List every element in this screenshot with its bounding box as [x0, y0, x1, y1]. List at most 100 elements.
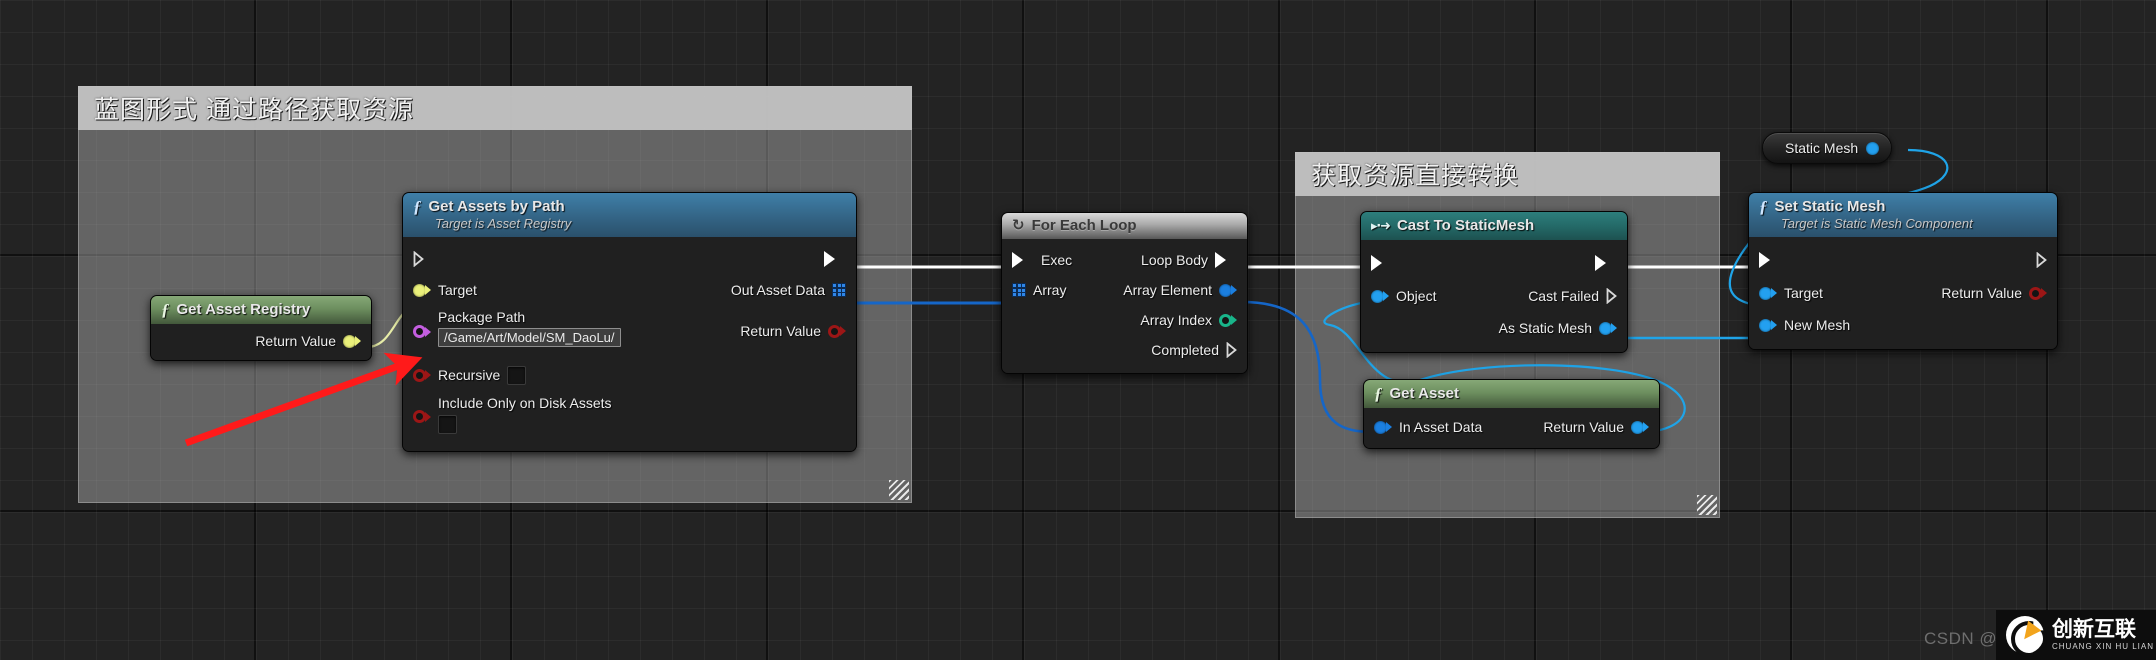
pin-row-exec: Exec Loop Body — [1002, 245, 1247, 275]
comment-resize-handle[interactable] — [889, 480, 909, 500]
node-title: Get Assets by Path — [428, 198, 565, 215]
node-get-asset[interactable]: ƒ Get Asset In Asset Data Return Value — [1363, 379, 1660, 449]
pin-label: Include Only on Disk Assets — [438, 395, 612, 411]
return-value-output-pin[interactable] — [2029, 286, 2047, 300]
csdn-watermark-text: CSDN @t — [1924, 629, 2003, 648]
pin-label: Out Asset Data — [730, 282, 825, 298]
pin-row-array-index: Array Index — [1002, 305, 1247, 335]
pin-label: Return Value — [740, 323, 821, 339]
target-input-pin[interactable] — [413, 283, 431, 297]
return-value-output-pin[interactable] — [1631, 420, 1649, 434]
node-set-static-mesh[interactable]: ƒ Set Static Mesh Target is Static Mesh … — [1748, 192, 2058, 350]
exec-input-pin[interactable] — [1759, 252, 1781, 268]
node-header[interactable]: ƒ Get Asset Registry — [151, 296, 371, 324]
pin-label: Return Value — [255, 333, 336, 349]
node-title: For Each Loop — [1031, 217, 1137, 234]
pin-row-recursive: Recursive — [403, 359, 856, 391]
new-mesh-input-pin[interactable] — [1759, 318, 1777, 332]
node-header[interactable]: ↻ For Each Loop — [1002, 213, 1247, 239]
pin-row-return-value: Return Value — [151, 328, 371, 354]
completed-output-pin[interactable] — [1226, 342, 1237, 358]
include-only-on-disk-assets-input-pin[interactable] — [413, 410, 431, 423]
return-value-output-pin[interactable] — [343, 334, 361, 348]
node-body: Target Out Asset Data Package Path /Game… — [403, 237, 856, 451]
pin-row-exec — [403, 243, 856, 275]
variable-label: Static Mesh — [1785, 140, 1859, 156]
package-path-text-input[interactable]: /Game/Art/Model/SM_DaoLu/ — [438, 328, 621, 347]
pin-row-as-static-mesh: As Static Mesh — [1361, 312, 1627, 344]
node-get-asset-registry[interactable]: ƒ Get Asset Registry Return Value — [150, 295, 372, 361]
exec-input-pin[interactable] — [1012, 252, 1034, 268]
pin-label: Exec — [1041, 252, 1073, 268]
loop-icon: ↻ — [1012, 217, 1025, 234]
function-f-icon: ƒ — [1759, 197, 1768, 216]
exec-output-pin[interactable] — [824, 251, 846, 267]
node-static-mesh-variable[interactable]: Static Mesh — [1762, 132, 1893, 164]
pin-label: New Mesh — [1784, 317, 1851, 333]
return-value-output-pin[interactable] — [828, 324, 846, 338]
node-title-row: ↻ For Each Loop — [1012, 217, 1235, 234]
recursive-checkbox[interactable] — [507, 365, 527, 385]
comment-header[interactable]: 蓝图形式 通过路径获取资源 — [78, 86, 912, 130]
as-static-mesh-output-pin[interactable] — [1599, 321, 1617, 335]
target-input-pin[interactable] — [1759, 286, 1777, 300]
blueprint-graph-canvas[interactable]: 蓝图形式 通过路径获取资源 获取资源直接转换 ƒ Get Asset Regis… — [0, 0, 2156, 660]
comment-title: 获取资源直接转换 — [1311, 162, 1520, 190]
pin-row-new-mesh: New Mesh — [1749, 309, 2057, 341]
node-cast-to-static-mesh[interactable]: ▸‧➜ Cast To StaticMesh Object Cast Faile… — [1360, 211, 1628, 353]
exec-input-pin[interactable] — [413, 251, 424, 267]
node-header[interactable]: ▸‧➜ Cast To StaticMesh — [1361, 212, 1627, 240]
cast-arrow-icon: ▸‧➜ — [1371, 218, 1391, 233]
pin-label: Return Value — [1543, 419, 1624, 435]
cx-logo-icon — [2006, 616, 2044, 654]
pin-label: Return Value — [1941, 285, 2022, 301]
pin-label: Package Path — [438, 309, 526, 325]
node-get-assets-by-path[interactable]: ƒ Get Assets by Path Target is Asset Reg… — [402, 192, 857, 452]
in-asset-data-input-pin[interactable] — [1374, 420, 1392, 434]
node-subtitle: Target is Static Mesh Component — [1781, 216, 1973, 231]
node-subtitle: Target is Asset Registry — [435, 216, 572, 231]
pin-label: Target — [438, 282, 477, 298]
logo-pinyin: CHUANG XIN HU LIAN — [2052, 641, 2155, 651]
node-title: Cast To StaticMesh — [1396, 217, 1535, 234]
pin-row-target: Target Return Value — [1749, 277, 2057, 309]
node-title: Set Static Mesh — [1774, 198, 1886, 215]
pin-row-array: Array Array Element — [1002, 275, 1247, 305]
exec-output-pin[interactable] — [1595, 255, 1617, 271]
node-header[interactable]: ƒ Get Asset — [1364, 380, 1659, 408]
out-asset-data-array-pin[interactable] — [832, 283, 846, 297]
array-index-output-pin[interactable] — [1219, 313, 1237, 327]
node-title: Get Asset Registry — [176, 301, 311, 318]
node-body: Object Cast Failed As Static Mesh — [1361, 240, 1627, 352]
comment-resize-handle[interactable] — [1697, 495, 1717, 515]
node-body: Exec Loop Body Array Array Element Array… — [1002, 239, 1247, 373]
function-f-icon: ƒ — [161, 300, 170, 319]
pin-row-in-asset-data: In Asset Data Return Value — [1364, 412, 1659, 442]
pin-label: Loop Body — [1141, 252, 1208, 268]
loop-body-output-pin[interactable] — [1215, 252, 1237, 268]
node-header[interactable]: ƒ Get Assets by Path Target is Asset Reg… — [403, 193, 856, 237]
exec-input-pin[interactable] — [1371, 255, 1393, 271]
pin-label: Recursive — [438, 367, 501, 383]
comment-header[interactable]: 获取资源直接转换 — [1295, 152, 1720, 196]
cast-failed-output-pin[interactable] — [1606, 288, 1617, 304]
node-body: In Asset Data Return Value — [1364, 408, 1659, 448]
include-only-on-disk-assets-checkbox[interactable] — [438, 415, 457, 434]
node-title-row: ▸‧➜ Cast To StaticMesh — [1371, 217, 1615, 234]
pin-label: Object — [1396, 288, 1437, 304]
array-element-output-pin[interactable] — [1219, 283, 1237, 297]
pin-label: In Asset Data — [1399, 419, 1483, 435]
pin-label: Array Element — [1123, 282, 1212, 298]
node-header[interactable]: ƒ Set Static Mesh Target is Static Mesh … — [1749, 193, 2057, 237]
package-path-input-pin[interactable] — [413, 325, 431, 338]
node-for-each-loop[interactable]: ↻ For Each Loop Exec Loop Body Array Arr… — [1001, 212, 1248, 374]
exec-output-pin[interactable] — [2036, 252, 2047, 268]
pin-row-include-only-on-disk: Include Only on Disk Assets — [403, 391, 856, 443]
object-input-pin[interactable] — [1371, 289, 1389, 303]
static-mesh-output-pin[interactable] — [1866, 141, 1880, 155]
recursive-input-pin[interactable] — [413, 368, 431, 382]
pin-row-object: Object Cast Failed — [1361, 280, 1627, 312]
chuangxin-hulian-logo: 创新互联 CHUANG XIN HU LIAN — [1996, 610, 2156, 660]
array-input-pin[interactable] — [1012, 283, 1026, 297]
comment-title: 蓝图形式 通过路径获取资源 — [94, 96, 414, 124]
